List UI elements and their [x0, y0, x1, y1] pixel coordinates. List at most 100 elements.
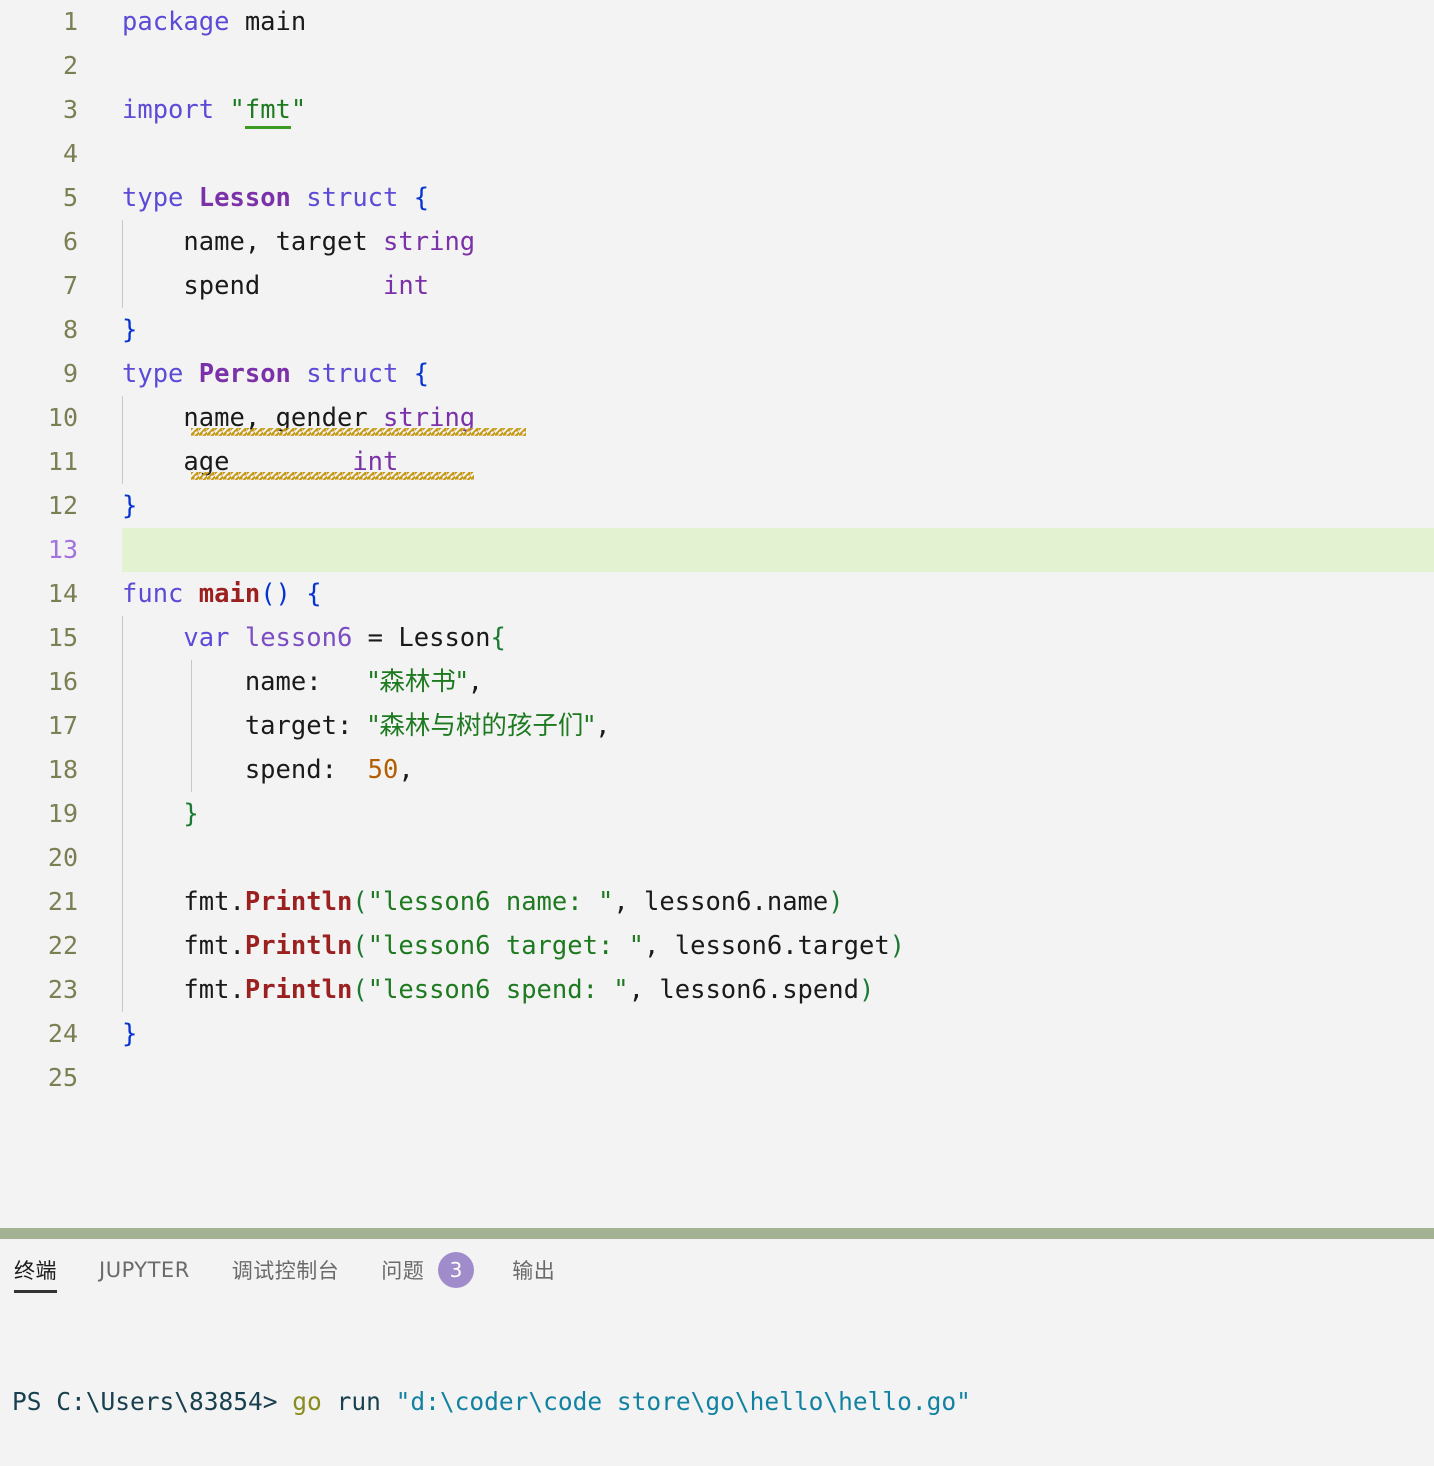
token-colon: : [321, 755, 337, 785]
code-line[interactable]: 10 name, gender string [0, 396, 1434, 440]
token-string: "lesson6 name: " [367, 887, 614, 917]
token-comma: , [628, 975, 645, 1005]
indent-guide [122, 836, 123, 880]
line-content: type Lesson struct { [122, 176, 429, 220]
code-line[interactable]: 22 fmt.Println("lesson6 target: ", lesso… [0, 924, 1434, 968]
line-content: type Person struct { [122, 352, 429, 396]
vscode-window: 1 package main 2 3 import "fmt" 4 5 type… [0, 0, 1434, 1466]
active-line-highlight [122, 528, 1434, 572]
line-number: 24 [47, 1019, 78, 1048]
code-line[interactable]: 12 } [0, 484, 1434, 528]
line-number: 15 [47, 623, 78, 652]
token-function-name: main [198, 579, 261, 609]
token-brace: } [122, 491, 138, 521]
code-line[interactable]: 5 type Lesson struct { [0, 176, 1434, 220]
line-number: 19 [47, 799, 78, 828]
line-content: spend: 50, [122, 748, 414, 792]
line-number: 25 [47, 1063, 78, 1092]
token-string-value: "森林与树的孩子们" [367, 711, 596, 741]
token-keyword: type [122, 183, 184, 213]
token-brace: } [183, 799, 199, 829]
code-line[interactable]: 18 spend: 50, [0, 748, 1434, 792]
line-number: 6 [62, 227, 78, 256]
code-line[interactable]: 15 var lesson6 = Lesson{ [0, 616, 1434, 660]
code-line[interactable]: 17 target: "森林与树的孩子们", [0, 704, 1434, 748]
line-content: } [122, 308, 137, 352]
tab-problems[interactable]: 问题 3 [381, 1239, 475, 1301]
code-line[interactable]: 1 package main [0, 0, 1434, 44]
code-line[interactable]: 23 fmt.Println("lesson6 spend: ", lesson… [0, 968, 1434, 1012]
token-type-name: Lesson [198, 183, 291, 213]
line-content: func main() { [122, 572, 322, 616]
code-line[interactable]: 3 import "fmt" [0, 88, 1434, 132]
tab-output[interactable]: 输出 [512, 1239, 555, 1301]
token-number: 50 [367, 755, 399, 785]
tab-debug-console[interactable]: 调试控制台 [232, 1239, 340, 1301]
code-line[interactable]: 24 } [0, 1012, 1434, 1056]
token-type-ref: Lesson [398, 623, 491, 653]
code-line[interactable]: 11 age int [0, 440, 1434, 484]
line-content: name, target string [122, 220, 475, 264]
tab-label: 问题 [381, 1259, 425, 1283]
code-line[interactable]: 14 func main() { [0, 572, 1434, 616]
token-comma: , [244, 227, 261, 257]
tab-jupyter[interactable]: JUPYTER [99, 1239, 190, 1301]
tab-label: 终端 [14, 1259, 57, 1283]
code-line-active[interactable]: 13 [0, 528, 1434, 572]
line-content: } [122, 1012, 137, 1056]
token-field: target [275, 227, 368, 257]
token-paren: ( [352, 931, 368, 961]
line-number: 4 [62, 139, 78, 168]
line-number: 14 [47, 579, 78, 608]
token-brace: } [122, 315, 138, 345]
token-function-call: Println [244, 887, 353, 917]
token-package-ref: fmt [183, 931, 230, 961]
code-line[interactable]: 9 type Person struct { [0, 352, 1434, 396]
token-package-ref: fmt [183, 975, 230, 1005]
line-content: target: "森林与树的孩子们", [122, 704, 611, 748]
code-line[interactable]: 21 fmt.Println("lesson6 name: ", lesson6… [0, 880, 1434, 924]
code-line[interactable]: 8 } [0, 308, 1434, 352]
terminal-command-line: PS C:\Users\83854> go run "d:\coder\code… [12, 1385, 1434, 1419]
line-content: fmt.Println("lesson6 name: ", lesson6.na… [122, 880, 843, 924]
code-line[interactable]: 25 [0, 1056, 1434, 1100]
token-colon: : [306, 667, 322, 697]
line-number: 10 [47, 403, 78, 432]
token-paren: ( [352, 887, 368, 917]
token-comma: , [398, 755, 414, 785]
code-line[interactable]: 4 [0, 132, 1434, 176]
token-keyword: var [183, 623, 230, 653]
line-content: var lesson6 = Lesson{ [122, 616, 506, 660]
terminal-prompt: PS C:\Users\83854> [12, 1387, 278, 1416]
line-number: 3 [62, 95, 78, 124]
token-brace: { [306, 579, 322, 609]
code-line[interactable]: 16 name: "森林书", [0, 660, 1434, 704]
line-number: 20 [47, 843, 78, 872]
tab-terminal[interactable]: 终端 [14, 1239, 57, 1301]
terminal-subcommand: run [336, 1387, 381, 1416]
token-colon: : [336, 711, 353, 741]
panel-resize-divider[interactable] [0, 1228, 1434, 1239]
token-builtin-type: int [383, 271, 430, 301]
import-link-fmt[interactable]: fmt [244, 95, 291, 129]
line-number: 9 [62, 359, 78, 388]
terminal-output[interactable]: PS C:\Users\83854> go run "d:\coder\code… [0, 1317, 1434, 1466]
token-comma: , [613, 887, 629, 917]
code-line[interactable]: 2 [0, 44, 1434, 88]
code-line[interactable]: 6 name, target string [0, 220, 1434, 264]
bottom-panel: 终端 JUPYTER 调试控制台 问题 3 输出 PS C:\Users\838… [0, 1239, 1434, 1466]
token-keyword: package [122, 7, 230, 37]
token-keyword: import [122, 95, 215, 125]
code-line[interactable]: 19 } [0, 792, 1434, 836]
token-arg: lesson6.spend [659, 975, 859, 1005]
token-arg: lesson6.name [644, 887, 829, 917]
code-line[interactable]: 20 [0, 836, 1434, 880]
token-comma: , [467, 667, 483, 697]
token-comma: , [595, 711, 611, 741]
token-keyword: struct [306, 183, 399, 213]
code-editor[interactable]: 1 package main 2 3 import "fmt" 4 5 type… [0, 0, 1434, 1228]
token-type-name: Person [198, 359, 291, 389]
token-brace: { [490, 623, 506, 653]
line-content: fmt.Println("lesson6 spend: ", lesson6.s… [122, 968, 874, 1012]
code-line[interactable]: 7 spend int [0, 264, 1434, 308]
